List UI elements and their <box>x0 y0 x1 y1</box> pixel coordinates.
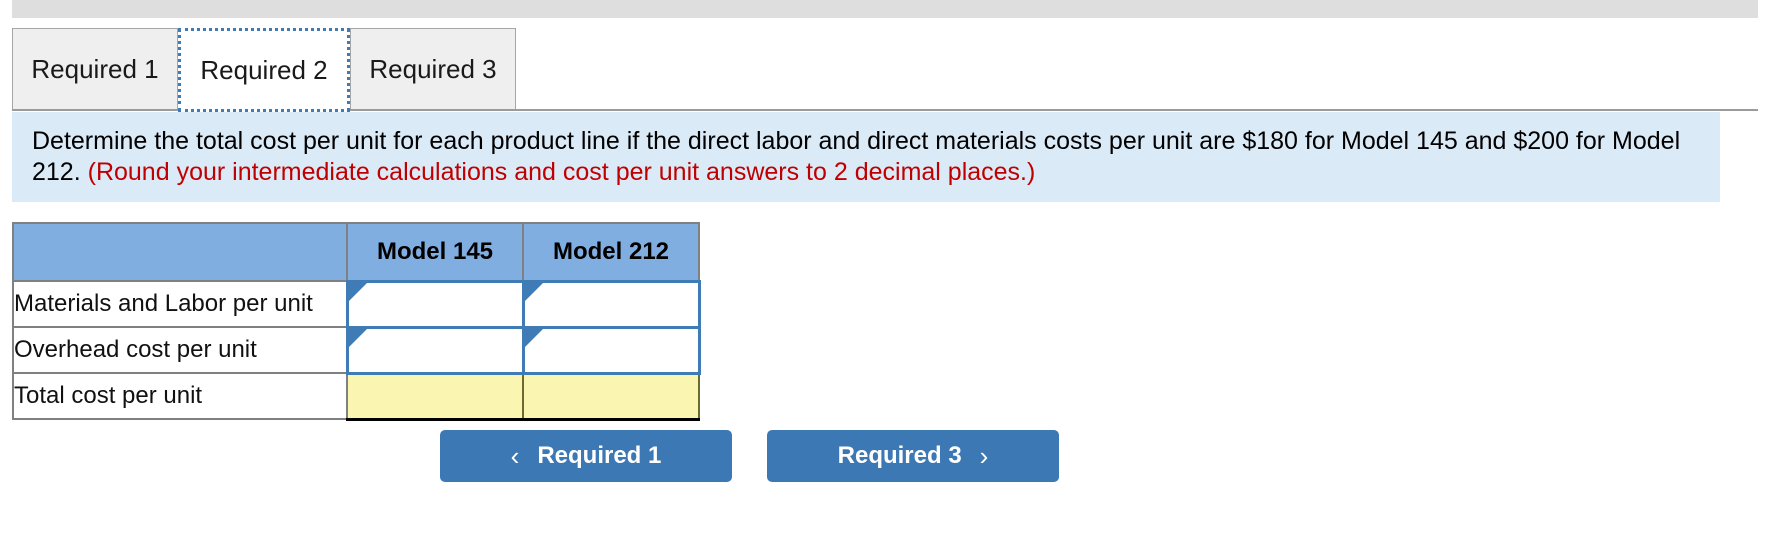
table-row: Total cost per unit <box>12 371 700 421</box>
input-cell-overhead-model-145[interactable] <box>345 325 525 375</box>
tab-bar: Required 1 Required 2 Required 3 <box>12 28 1758 112</box>
input-cell-overhead-model-212[interactable] <box>521 325 701 375</box>
instruction-rounding-note: (Round your intermediate calculations an… <box>87 157 1036 186</box>
column-header-model-212: Model 212 <box>522 222 700 282</box>
input-cell-materials-model-212[interactable] <box>521 279 701 329</box>
next-requirement-button[interactable]: Required 3 › <box>767 430 1059 482</box>
top-gray-band <box>12 0 1758 18</box>
tab-required-3[interactable]: Required 3 <box>350 28 516 109</box>
cost-per-unit-table: Model 145 Model 212 Materials and Labor … <box>12 222 701 421</box>
chevron-right-icon: › <box>979 441 989 471</box>
instruction-panel: Determine the total cost per unit for ea… <box>12 112 1720 202</box>
exercise-page: Required 1 Required 2 Required 3 Determi… <box>0 0 1770 548</box>
tab-required-1-label: Required 1 <box>31 53 159 84</box>
column-header-model-145: Model 145 <box>346 222 524 282</box>
total-cell-model-145 <box>346 371 524 421</box>
table-header-row: Model 145 Model 212 <box>12 222 700 282</box>
input-overhead-model-145[interactable] <box>351 331 519 369</box>
next-requirement-label: Required 3 <box>837 442 962 469</box>
input-materials-model-145[interactable] <box>351 285 519 323</box>
input-cell-materials-model-145[interactable] <box>345 279 525 329</box>
previous-requirement-button[interactable]: ‹ Required 1 <box>440 430 732 482</box>
table-row: Materials and Labor per unit <box>12 279 701 329</box>
chevron-left-icon: ‹ <box>510 441 520 471</box>
previous-requirement-label: Required 1 <box>537 442 662 469</box>
row-label-total-cost: Total cost per unit <box>12 372 348 420</box>
tab-required-1[interactable]: Required 1 <box>12 28 178 109</box>
input-materials-model-212[interactable] <box>527 285 695 323</box>
row-label-materials-and-labor: Materials and Labor per unit <box>12 280 348 328</box>
tab-required-3-label: Required 3 <box>369 53 497 84</box>
table-corner-header <box>12 222 348 282</box>
table-row: Overhead cost per unit <box>12 325 701 375</box>
tab-required-2[interactable]: Required 2 <box>178 28 350 112</box>
tab-required-2-label: Required 2 <box>200 54 328 85</box>
row-label-overhead-cost: Overhead cost per unit <box>12 326 348 374</box>
total-cell-model-212 <box>522 371 700 421</box>
input-overhead-model-212[interactable] <box>527 331 695 369</box>
